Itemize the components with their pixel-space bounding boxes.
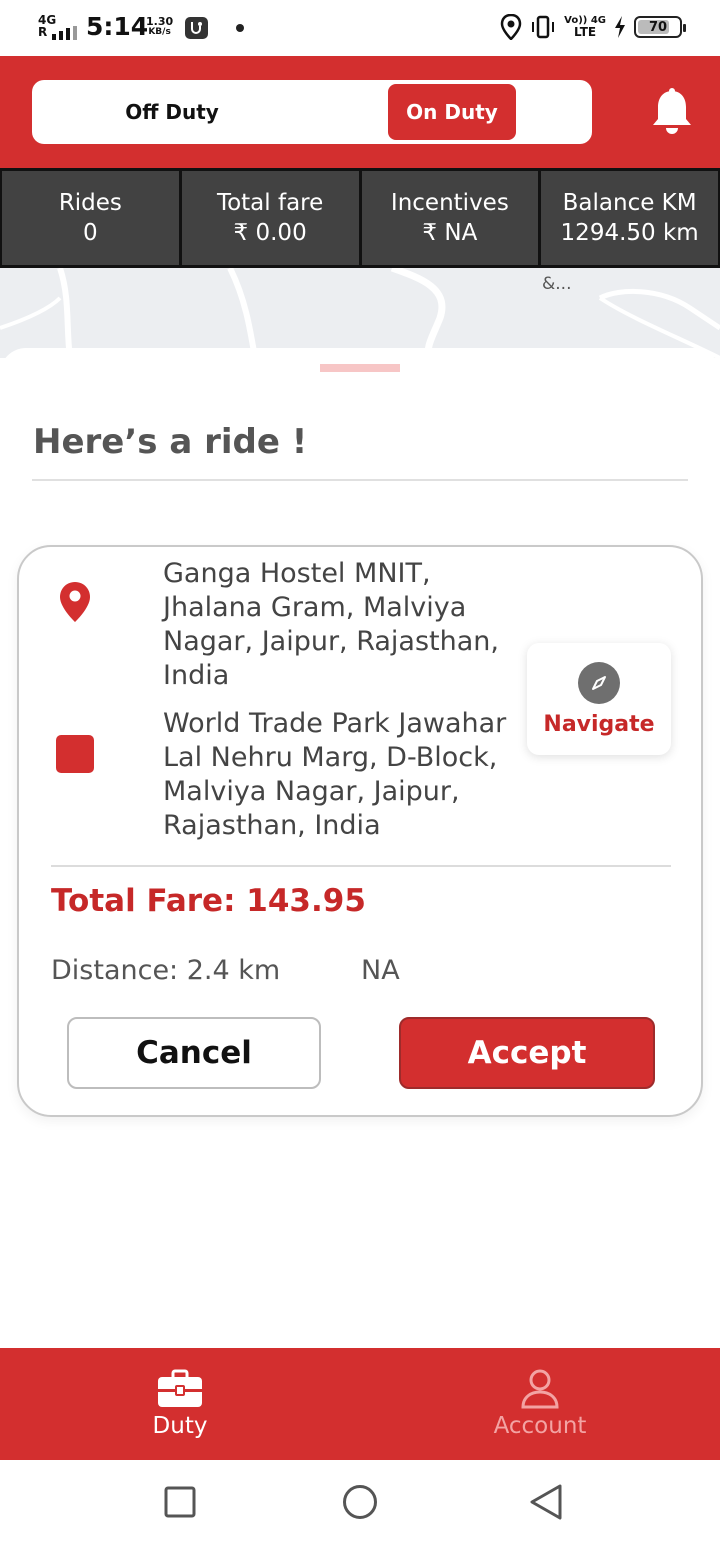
speed-value: 1.30	[146, 15, 174, 28]
duty-toggle[interactable]: Off Duty On Duty	[32, 80, 592, 144]
eta-value: NA	[361, 955, 400, 986]
signal-icon	[52, 26, 77, 40]
distance: Distance: 2.4 km	[51, 955, 281, 986]
ride-request-sheet: Here’s a ride ! Ganga Hostel MNIT, Jhala…	[0, 348, 720, 1348]
sheet-handle[interactable]	[320, 364, 400, 372]
nav-account-label: Account	[493, 1413, 587, 1439]
accept-button[interactable]: Accept	[399, 1017, 655, 1089]
person-icon	[521, 1369, 559, 1409]
stat-incentives: Incentives ₹ NA	[361, 171, 539, 265]
stat-total-fare: Total fare ₹ 0.00	[181, 171, 359, 265]
nav-duty[interactable]: Duty	[0, 1348, 360, 1460]
roaming-label: R	[38, 25, 48, 39]
nav-duty-label: Duty	[152, 1413, 208, 1439]
charging-icon	[615, 16, 625, 38]
battery-level: 70	[648, 19, 668, 35]
navigate-button[interactable]: Navigate	[527, 643, 671, 755]
stat-label: Total fare	[216, 190, 324, 216]
status-right: Vo)) 4G LTE 70	[500, 14, 686, 40]
system-nav-bar	[0, 1460, 720, 1544]
speed-unit: KB/s	[148, 27, 171, 37]
volte-bottom: LTE	[574, 24, 597, 39]
map-view[interactable]: &...	[0, 268, 720, 358]
stat-rides: Rides 0	[2, 171, 179, 265]
location-icon	[500, 14, 522, 40]
stat-value: 0	[83, 220, 98, 246]
usb-debug-icon	[185, 17, 208, 39]
stat-balance-km: Balance KM 1294.50 km	[541, 171, 718, 265]
cancel-button[interactable]: Cancel	[67, 1017, 321, 1089]
home-icon[interactable]	[342, 1484, 378, 1520]
briefcase-icon	[158, 1369, 202, 1407]
stat-value: ₹ NA	[422, 220, 478, 246]
divider	[51, 865, 671, 867]
battery-icon: 70	[634, 16, 686, 38]
pickup-address: Ganga Hostel MNIT, Jhalana Gram, Malviya…	[163, 558, 499, 691]
total-fare: Total Fare: 143.95	[51, 883, 366, 919]
sheet-title: Here’s a ride !	[33, 422, 308, 462]
compass-icon	[578, 661, 620, 704]
app-header: Off Duty On Duty	[0, 56, 720, 168]
back-icon[interactable]	[528, 1484, 564, 1520]
on-duty-button[interactable]: On Duty	[388, 84, 516, 140]
stat-value: ₹ 0.00	[233, 220, 307, 246]
ride-card: Ganga Hostel MNIT, Jhalana Gram, Malviya…	[17, 545, 703, 1117]
divider	[32, 479, 688, 481]
clock: 5:14	[86, 12, 149, 41]
stat-label: Balance KM	[562, 190, 697, 216]
stat-value: 1294.50 km	[560, 220, 699, 246]
pickup-pin-icon	[60, 582, 90, 622]
volte-indicator: Vo)) 4G LTE	[564, 14, 606, 39]
stat-label: Incentives	[390, 190, 509, 216]
drop-address: World Trade Park Jawahar Lal Nehru Marg,…	[163, 708, 507, 841]
bell-icon[interactable]	[650, 88, 694, 136]
volte-top: Vo)) 4G	[564, 14, 606, 26]
bottom-nav: Duty Account	[0, 1348, 720, 1460]
vibrate-icon	[532, 15, 555, 39]
network-speed: 1.30 KB/s	[146, 16, 173, 37]
navigate-label: Navigate	[543, 711, 655, 737]
notification-dot	[236, 24, 244, 32]
map-roads	[0, 268, 720, 358]
stat-label: Rides	[58, 190, 122, 216]
nav-account[interactable]: Account	[360, 1348, 720, 1460]
map-label: &...	[542, 274, 572, 294]
drop-marker-icon	[56, 735, 94, 773]
stats-bar: Rides 0 Total fare ₹ 0.00 Incentives ₹ N…	[0, 168, 720, 268]
status-bar: 4G R 5:14 1.30 KB/s Vo)) 4G LTE 70	[0, 0, 720, 56]
off-duty-button[interactable]: Off Duty	[72, 80, 272, 144]
recents-icon[interactable]	[164, 1484, 196, 1520]
